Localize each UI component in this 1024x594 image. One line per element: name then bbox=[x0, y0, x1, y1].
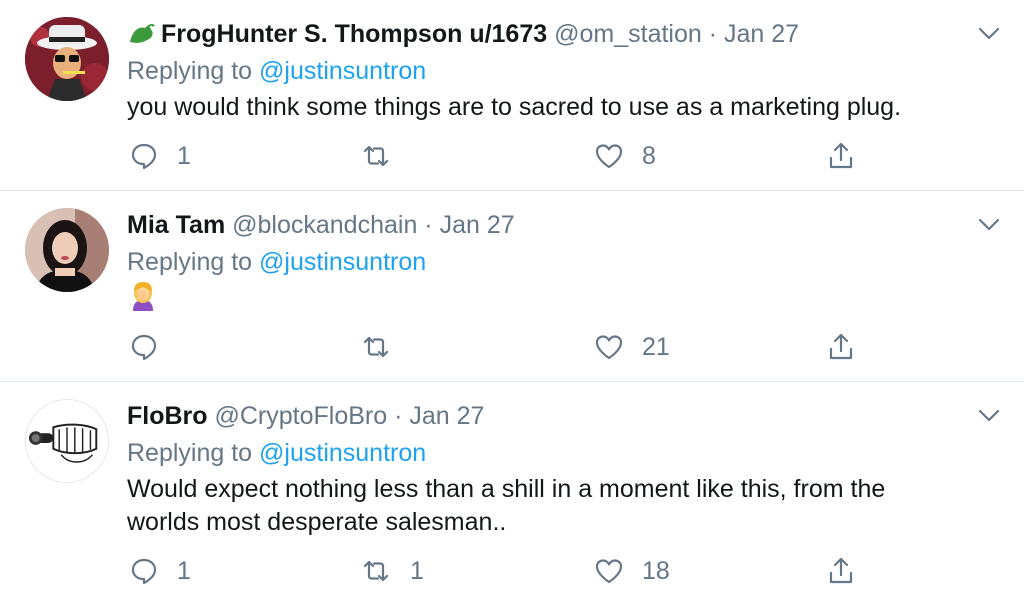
share-icon bbox=[826, 141, 856, 171]
tweet-date[interactable]: Jan 27 bbox=[440, 211, 515, 239]
replying-label: Replying to bbox=[127, 439, 253, 467]
tweet-text: you would think some things are to sacre… bbox=[127, 93, 902, 121]
tweet-actions: 1 1 18 bbox=[0, 551, 1024, 591]
like-count: 8 bbox=[642, 141, 656, 170]
like-button[interactable]: 8 bbox=[594, 136, 656, 176]
replying-label: Replying to bbox=[127, 248, 253, 276]
avatar[interactable] bbox=[25, 208, 109, 292]
retweet-icon bbox=[360, 332, 392, 362]
separator: · bbox=[424, 211, 433, 239]
tweet-actions: 1 8 bbox=[0, 136, 1024, 176]
retweet-icon bbox=[360, 141, 392, 171]
tweet-date[interactable]: Jan 27 bbox=[409, 402, 484, 430]
replying-label: Replying to bbox=[127, 57, 253, 85]
reply-count: 1 bbox=[177, 141, 191, 170]
tweet-header: FrogHunter S. Thompson u/1673 @om_statio… bbox=[127, 17, 799, 55]
share-icon bbox=[826, 332, 856, 362]
tweet-text: Would expect nothing less than a shill i… bbox=[127, 475, 886, 536]
heart-icon bbox=[594, 141, 624, 171]
tweet-header: Mia Tam @blockandchain · Jan 27 bbox=[127, 208, 515, 242]
like-button[interactable]: 21 bbox=[594, 327, 670, 367]
like-button[interactable]: 18 bbox=[594, 551, 670, 591]
retweet-button[interactable]: 1 bbox=[360, 551, 424, 591]
tweet[interactable]: FloBro @CryptoFloBro · Jan 27 Replying t… bbox=[0, 382, 1024, 594]
retweet-icon bbox=[360, 556, 392, 586]
retweet-button[interactable] bbox=[360, 327, 410, 367]
separator: · bbox=[394, 402, 403, 430]
display-name[interactable]: FrogHunter S. Thompson u/1673 bbox=[161, 20, 547, 48]
replying-to: Replying to @justinsuntron bbox=[127, 436, 426, 470]
reply-count: 1 bbox=[177, 556, 191, 585]
display-name[interactable]: FloBro bbox=[127, 402, 208, 430]
heart-icon bbox=[594, 332, 624, 362]
tweet[interactable]: FrogHunter S. Thompson u/1673 @om_statio… bbox=[0, 0, 1024, 191]
mention-link[interactable]: @justinsuntron bbox=[259, 439, 426, 467]
reply-button[interactable]: 1 bbox=[129, 551, 191, 591]
chevron-down-icon[interactable] bbox=[974, 400, 1004, 430]
handle[interactable]: @om_station bbox=[554, 20, 702, 48]
separator: · bbox=[708, 20, 718, 48]
dragon-icon bbox=[127, 20, 157, 55]
avatar[interactable] bbox=[25, 17, 109, 101]
reply-icon bbox=[129, 556, 159, 586]
share-icon bbox=[826, 556, 856, 586]
reply-icon bbox=[129, 332, 159, 362]
heart-icon bbox=[594, 556, 624, 586]
reply-icon bbox=[129, 141, 159, 171]
mention-link[interactable]: @justinsuntron bbox=[259, 57, 426, 85]
tweet-actions: 21 bbox=[0, 327, 1024, 367]
share-button[interactable] bbox=[826, 136, 856, 176]
handle[interactable]: @blockandchain bbox=[232, 211, 417, 239]
retweet-button[interactable] bbox=[360, 136, 410, 176]
facepalm-emoji-icon bbox=[129, 281, 157, 318]
handle[interactable]: @CryptoFloBro bbox=[215, 402, 388, 430]
share-button[interactable] bbox=[826, 551, 856, 591]
avatar[interactable] bbox=[25, 399, 109, 483]
display-name[interactable]: Mia Tam bbox=[127, 211, 225, 239]
tweet[interactable]: Mia Tam @blockandchain · Jan 27 Replying… bbox=[0, 191, 1024, 382]
share-button[interactable] bbox=[826, 327, 856, 367]
retweet-count: 1 bbox=[410, 556, 424, 585]
replying-to: Replying to @justinsuntron bbox=[127, 245, 426, 279]
tweet-header: FloBro @CryptoFloBro · Jan 27 bbox=[127, 399, 484, 433]
chevron-down-icon[interactable] bbox=[974, 18, 1004, 48]
tweet-date[interactable]: Jan 27 bbox=[724, 20, 799, 48]
replying-to: Replying to @justinsuntron bbox=[127, 54, 426, 88]
chevron-down-icon[interactable] bbox=[974, 209, 1004, 239]
mention-link[interactable]: @justinsuntron bbox=[259, 248, 426, 276]
like-count: 21 bbox=[642, 332, 670, 361]
reply-button[interactable] bbox=[129, 327, 177, 367]
like-count: 18 bbox=[642, 556, 670, 585]
reply-button[interactable]: 1 bbox=[129, 136, 191, 176]
